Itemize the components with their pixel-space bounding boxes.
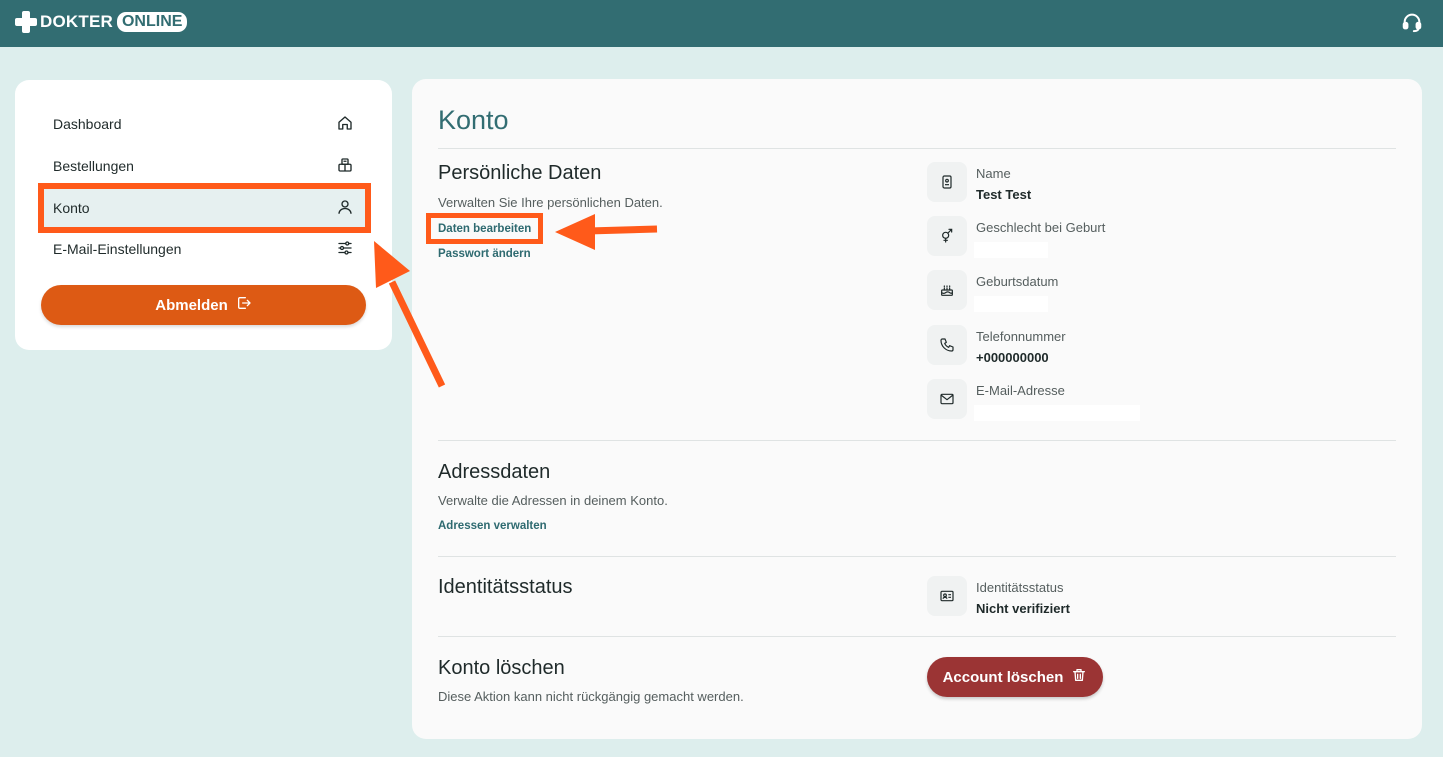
divider xyxy=(438,636,1396,637)
plus-icon xyxy=(14,10,38,34)
section-desc-address: Verwalte die Adressen in deinem Konto. xyxy=(438,493,668,508)
section-title-personal: Persönliche Daten xyxy=(438,162,602,184)
cake-icon xyxy=(927,270,967,310)
field-label: Telefonnummer xyxy=(976,329,1066,344)
sidebar-item-label: Dashboard xyxy=(53,116,122,132)
change-password-link[interactable]: Passwort ändern xyxy=(438,248,531,260)
mail-icon xyxy=(927,379,967,419)
logout-icon xyxy=(236,295,252,315)
section-desc-personal: Verwalten Sie Ihre persönlichen Daten. xyxy=(438,195,663,210)
dokter-online-logo[interactable]: DOKTER ONLINE xyxy=(14,10,188,34)
sliders-icon xyxy=(336,239,354,260)
field-label: Identitätsstatus xyxy=(976,580,1064,595)
sidebar-item-konto[interactable]: Konto xyxy=(41,189,366,227)
field-value: Nicht verifiziert xyxy=(976,601,1070,616)
delete-account-button[interactable]: Account löschen xyxy=(927,657,1103,697)
main-content: Konto Persönliche Daten Verwalten Sie Ih… xyxy=(412,79,1422,739)
section-desc-delete: Diese Aktion kann nicht rückgängig gemac… xyxy=(438,689,744,704)
sidebar-item-label: E-Mail-Einstellungen xyxy=(53,241,182,257)
field-value: Test Test xyxy=(976,187,1032,202)
divider xyxy=(438,556,1396,557)
field-label: Geburtsdatum xyxy=(976,274,1059,289)
field-label: Geschlecht bei Geburt xyxy=(976,220,1106,235)
divider xyxy=(438,440,1396,441)
redacted-value xyxy=(974,242,1048,258)
delete-account-label: Account löschen xyxy=(942,668,1064,686)
package-icon xyxy=(336,156,354,177)
redacted-value xyxy=(974,405,1140,421)
gender-icon xyxy=(927,216,967,256)
edit-data-link[interactable]: Daten bearbeiten xyxy=(438,223,531,235)
field-label: Name xyxy=(976,166,1011,181)
home-icon xyxy=(336,114,354,135)
logo-text-dokter: DOKTER xyxy=(40,12,113,31)
manage-addresses-link[interactable]: Adressen verwalten xyxy=(438,520,547,532)
sidebar-item-email-einstellungen[interactable]: E-Mail-Einstellungen xyxy=(41,230,366,268)
page-title: Konto xyxy=(438,105,509,135)
logout-label: Abmelden xyxy=(155,296,228,314)
field-label: E-Mail-Adresse xyxy=(976,383,1065,398)
phone-icon xyxy=(927,325,967,365)
headset-icon[interactable] xyxy=(1401,11,1423,33)
id-card-icon xyxy=(927,576,967,616)
id-badge-icon xyxy=(927,162,967,202)
field-value: +000000000 xyxy=(976,350,1049,365)
sidebar-item-bestellungen[interactable]: Bestellungen xyxy=(41,147,366,185)
sidebar-item-dashboard[interactable]: Dashboard xyxy=(41,105,366,143)
top-bar: DOKTER ONLINE xyxy=(0,0,1443,47)
logo-text-online: ONLINE xyxy=(116,12,188,32)
sidebar-item-label: Konto xyxy=(53,200,90,216)
divider xyxy=(438,148,1396,149)
section-title-delete: Konto löschen xyxy=(438,657,565,679)
user-icon xyxy=(336,198,354,219)
redacted-value xyxy=(974,296,1048,312)
section-title-identity: Identitätsstatus xyxy=(438,576,573,598)
logout-button[interactable]: Abmelden xyxy=(41,285,366,325)
trash-icon xyxy=(1071,667,1087,687)
sidebar-item-label: Bestellungen xyxy=(53,158,134,174)
section-title-address: Adressdaten xyxy=(438,461,551,483)
